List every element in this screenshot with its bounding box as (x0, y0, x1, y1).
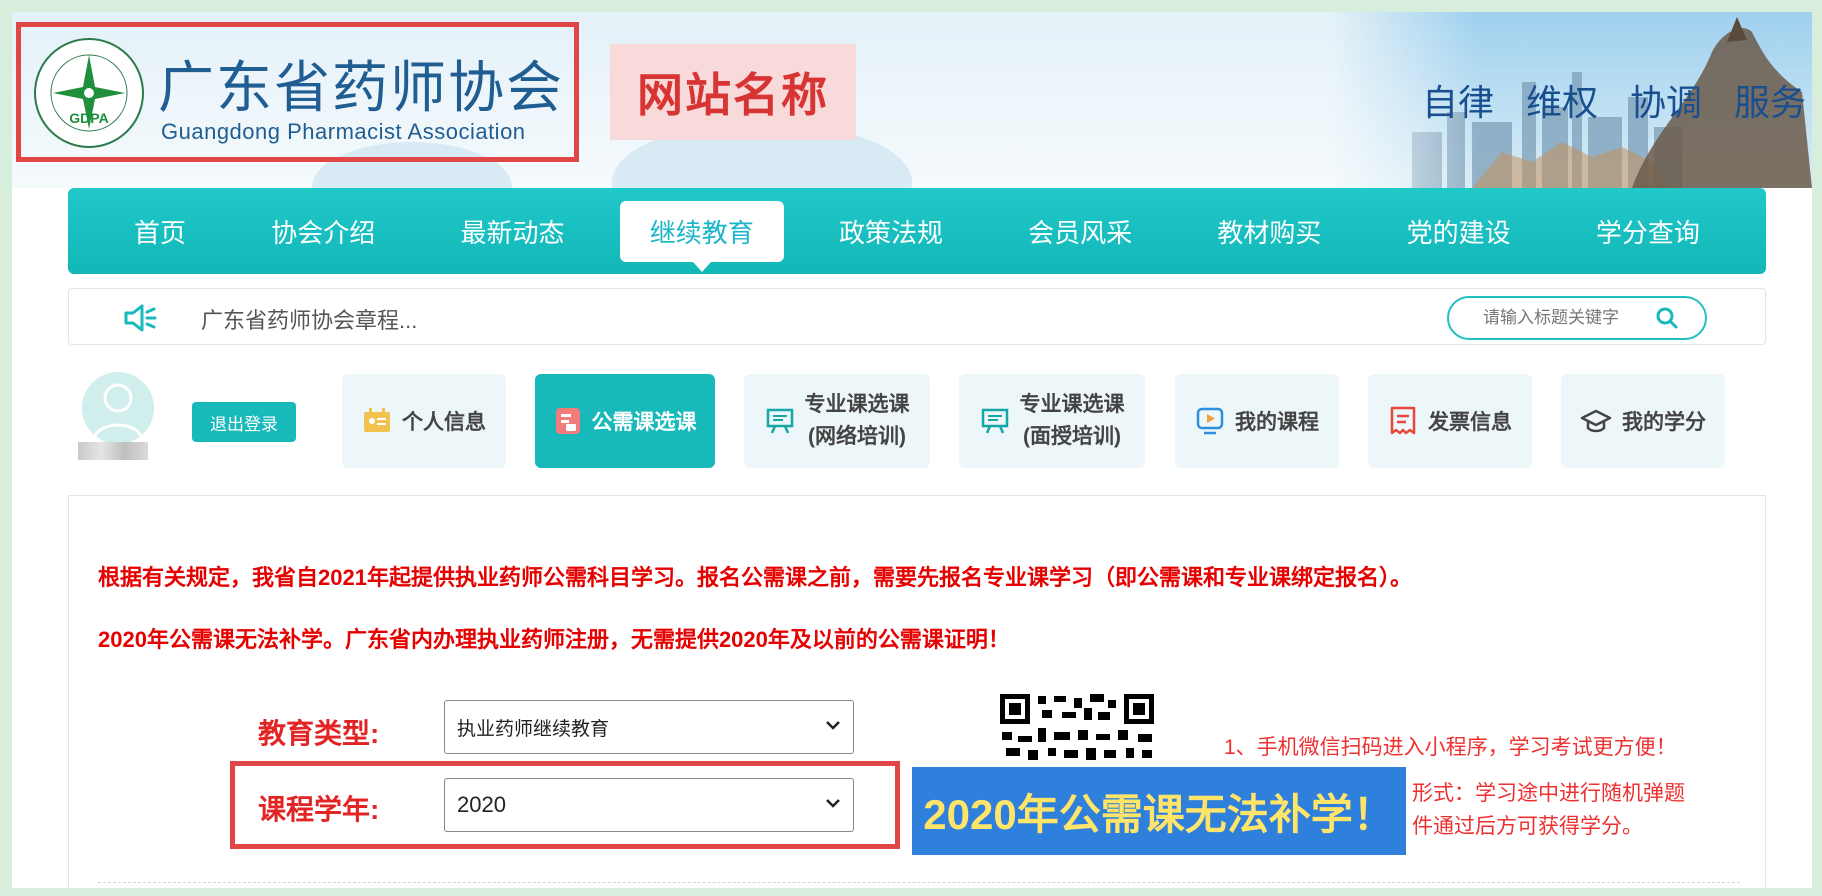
tab-invoice-info[interactable]: 发票信息 (1368, 374, 1532, 468)
tab-label: 个人信息 (402, 411, 486, 434)
tab-professional-course-online[interactable]: 专业课选课 (网络培训) (744, 374, 930, 468)
video-icon (1196, 407, 1224, 435)
course-year-select[interactable]: 2020 (444, 778, 854, 832)
divider (98, 882, 1740, 883)
tab-my-credits[interactable]: 我的学分 (1561, 374, 1725, 468)
tab-label: 专业课选课 (1019, 393, 1125, 416)
search-box (1447, 296, 1707, 340)
tip-study-form: 形式：学习途中进行随机弹题 (1412, 782, 1685, 805)
board-icon (766, 408, 793, 434)
logo-highlight-box: GDPA 广东省药师协会 Guangdong Pharmacist Associ… (16, 22, 579, 162)
gdpa-seal-icon: GDPA (34, 38, 144, 148)
slogan-item: 维权 (1525, 82, 1598, 123)
notice-bar: 广东省药师协会章程... (68, 288, 1766, 345)
tab-sublabel: (网络培训) (808, 425, 906, 448)
nav-item-news[interactable]: 最新动态 (430, 201, 594, 262)
course-year-value: 2020 (457, 792, 506, 817)
seal-text: GDPA (69, 110, 108, 126)
notice-text[interactable]: 广东省药师协会章程... (201, 303, 417, 335)
document-icon (555, 408, 580, 434)
speaker-icon (124, 304, 157, 332)
logo-chinese-name: 广东省药师协会 (158, 56, 564, 119)
site-name-callout: 网站名称 (610, 44, 856, 140)
avatar (82, 372, 154, 444)
nav-item-members[interactable]: 会员风采 (998, 201, 1162, 262)
logo-english-name: Guangdong Pharmacist Association (161, 119, 526, 144)
tab-label: 我的课程 (1235, 411, 1319, 434)
tab-personal-info[interactable]: 个人信息 (342, 374, 506, 468)
tab-professional-course-offline[interactable]: 专业课选课 (面授培训) (959, 374, 1145, 468)
nav-item-policy[interactable]: 政策法规 (809, 201, 973, 262)
education-type-value: 执业药师继续教育 (457, 718, 610, 740)
nav-item-home[interactable]: 首页 (104, 201, 216, 262)
nav-item-party-building[interactable]: 党的建设 (1377, 201, 1541, 262)
course-year-label: 课程学年: (258, 794, 380, 825)
rule-notice-1: 根据有关规定，我省自2021年起提供执业药师公需科目学习。报名公需课之前，需要先… (98, 565, 1412, 590)
slogan-item: 服务 (1733, 82, 1806, 123)
nav-item-about[interactable]: 协会介绍 (241, 201, 405, 262)
tab-label: 公需课选课 (591, 411, 697, 434)
education-type-select[interactable]: 执业药师继续教育 (444, 700, 854, 754)
username-blurred (78, 442, 148, 460)
nav-item-textbooks[interactable]: 教材购买 (1187, 201, 1351, 262)
nav-item-continuing-education[interactable]: 继续教育 (619, 200, 784, 272)
id-card-icon (364, 408, 390, 432)
tab-label: 我的学分 (1622, 411, 1706, 434)
chevron-down-icon (826, 721, 840, 730)
education-type-label: 教育类型: (258, 718, 380, 749)
receipt-icon (1390, 406, 1416, 435)
main-nav: 首页 协会介绍 最新动态 继续教育 政策法规 会员风采 教材购买 党的建设 学分… (68, 188, 1766, 274)
tab-label: 专业课选课 (804, 393, 910, 416)
logout-button[interactable]: 退出登录 (192, 402, 296, 442)
search-input[interactable] (1483, 308, 1653, 328)
graduation-cap-icon (1580, 409, 1612, 433)
slogan-item: 协调 (1629, 82, 1702, 123)
user-avatar-icon (92, 383, 144, 441)
chevron-down-icon (826, 799, 840, 808)
tab-my-courses[interactable]: 我的课程 (1175, 374, 1339, 468)
header-slogans: 自律 维权 协调 服务 (1422, 74, 1806, 126)
slogan-item: 自律 (1421, 82, 1494, 123)
rule-notice-2: 2020年公需课无法补学。广东省内办理执业药师注册，无需提供2020年及以前的公… (98, 627, 1010, 652)
page-frame: GDPA 广东省药师协会 Guangdong Pharmacist Associ… (12, 12, 1812, 888)
search-icon[interactable] (1655, 306, 1679, 330)
no-makeup-callout: 2020年公需课无法补学！ (912, 767, 1406, 855)
tab-public-course-selection[interactable]: 公需课选课 (535, 374, 715, 468)
site-header: GDPA 广东省药师协会 Guangdong Pharmacist Associ… (12, 12, 1812, 188)
tip-credit-condition: 件通过后方可获得学分。 (1412, 815, 1643, 838)
tab-sublabel: (面授培训) (1023, 425, 1121, 448)
tab-label: 发票信息 (1428, 411, 1512, 434)
tip-wechat-scan: 1、手机微信扫码进入小程序，学习考试更方便！ (1224, 736, 1677, 759)
board-icon (981, 408, 1008, 434)
nav-item-credit-query[interactable]: 学分查询 (1566, 201, 1730, 262)
